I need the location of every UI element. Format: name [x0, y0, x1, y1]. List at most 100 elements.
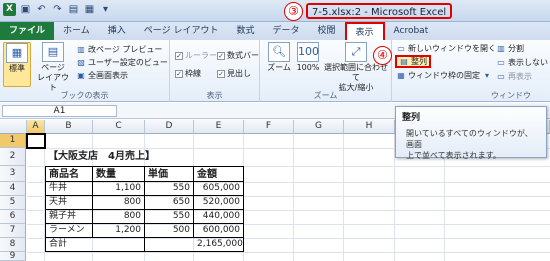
hide-label: 表示しない [508, 58, 548, 67]
column-header[interactable]: A [27, 120, 45, 134]
show-group-label: 表示 [206, 91, 223, 100]
ruler-label: ルーラー [185, 51, 217, 60]
table-cell[interactable]: 440,000 [194, 210, 244, 224]
name-box[interactable]: A1 [2, 105, 117, 117]
save-icon[interactable]: ▣ [19, 3, 32, 16]
table-header-cell[interactable]: 商品名 [45, 166, 93, 182]
page-layout-icon: ▤ [42, 42, 64, 62]
formula-bar-checkbox[interactable]: ✓ 数式バー [217, 50, 259, 61]
gridlines-checkbox[interactable]: ✓ 枠線 [175, 68, 201, 79]
hide-button[interactable]: ▭ 表示しない [496, 57, 548, 68]
table-cell[interactable]: 牛丼 [45, 182, 93, 196]
arrange-all-icon: ▤ [400, 57, 408, 66]
chevron-down-icon: ▾ [484, 71, 489, 80]
total-label-cell[interactable]: 合計 [45, 238, 145, 252]
zoom-to-selection-label-1: 選択範囲に合わせて [324, 63, 388, 82]
table-cell[interactable] [145, 238, 194, 252]
row-header[interactable]: 4 [0, 182, 26, 196]
column-header[interactable]: G [294, 120, 344, 134]
custom-views-button[interactable]: ▧ ユーザー設定のビュー [76, 57, 168, 68]
row-header[interactable]: 1 [0, 134, 26, 148]
table-cell[interactable]: ラーメン [45, 224, 93, 238]
table-cell[interactable]: 1,200 [93, 224, 145, 238]
total-value-cell[interactable]: 2,165,000 [194, 238, 244, 252]
formula-bar-check-icon: ✓ [217, 51, 225, 60]
table-header-cell[interactable]: 単価 [145, 166, 194, 182]
zoom-button[interactable]: 🔍︎ ズーム [265, 42, 293, 73]
zoom-to-selection-icon: ⤢ [345, 42, 367, 62]
row-header[interactable]: 5 [0, 196, 26, 210]
table-cell[interactable]: 800 [93, 210, 145, 224]
row-header[interactable]: 6 [0, 210, 26, 224]
page-layout-view-button[interactable]: ▤ ページ レイアウト [35, 42, 71, 93]
table-header-cell[interactable]: 金額 [194, 166, 244, 182]
customize-qat-icon[interactable]: ▾ [99, 3, 112, 16]
selected-cell-a1[interactable] [26, 133, 46, 149]
page-break-preview-button[interactable]: ▥ 改ページ プレビュー [76, 44, 162, 55]
tab-insert[interactable]: 挿入 [99, 22, 135, 40]
column-header[interactable]: C [93, 120, 145, 134]
row-header[interactable]: 7 [0, 224, 26, 238]
excel-app-icon[interactable]: X [3, 3, 16, 16]
tab-acrobat[interactable]: Acrobat [385, 22, 438, 40]
headings-label: 見出し [227, 69, 251, 78]
table-cell[interactable]: 天丼 [45, 196, 93, 210]
tab-review[interactable]: 校閲 [308, 22, 344, 40]
column-header[interactable]: F [244, 120, 294, 134]
normal-view-button[interactable]: ▦ 標準 [3, 42, 31, 87]
table-cell[interactable]: 605,000 [194, 182, 244, 196]
tab-file[interactable]: ファイル [0, 22, 55, 40]
table-cell[interactable]: 550 [145, 182, 194, 196]
table-cell[interactable]: 1,100 [93, 182, 145, 196]
column-header[interactable]: E [194, 120, 244, 134]
undo-icon[interactable]: ↶ [35, 3, 48, 16]
column-header[interactable]: D [145, 120, 194, 134]
row-header[interactable]: 2 [0, 148, 26, 166]
table-cell[interactable]: 650 [145, 196, 194, 210]
column-header[interactable]: B [45, 120, 93, 134]
arrange-all-button[interactable]: ▤ 整列 [395, 55, 431, 68]
sheet-heading[interactable]: 【大阪支店 4月売上】 [45, 148, 205, 166]
tab-data[interactable]: データ [263, 22, 308, 40]
tab-view[interactable]: 表示 [344, 22, 385, 40]
tab-formulas[interactable]: 数式 [227, 22, 263, 40]
split-button[interactable]: ▥ 分割 [496, 43, 524, 54]
tab-page-layout[interactable]: ページ レイアウト [135, 22, 228, 40]
ruler-check-icon: ✓ [175, 51, 183, 60]
window-title: 7-5.xlsx:2 - Microsoft Excel [306, 3, 453, 19]
headings-checkbox[interactable]: ✓ 見出し [217, 68, 251, 79]
group-zoom: 🔍︎ ズーム 100 100% ⤢ 選択範囲に合わせて 拡大/縮小 ズーム [260, 40, 392, 102]
print-preview-icon[interactable]: ▦ [83, 3, 96, 16]
select-all-corner[interactable] [0, 120, 27, 134]
table-cell[interactable]: 500 [145, 224, 194, 238]
unhide-button[interactable]: ▭ 再表示 [496, 71, 532, 82]
table-cell[interactable]: 520,000 [194, 196, 244, 210]
table-cell[interactable]: 800 [93, 196, 145, 210]
window-group-label: ウィンドウ [491, 91, 531, 100]
freeze-panes-label: ウィンドウ枠の固定 [408, 71, 480, 80]
freeze-panes-icon: ▦ [397, 71, 405, 80]
tooltip-title: 整列 [402, 113, 421, 123]
group-window: ▭ 新しいウィンドウを開く ▤ 整列 ▦ ウィンドウ枠の固定 ▾ ▥ 分割 ▭ … [392, 40, 550, 102]
zoom-100-button[interactable]: 100 100% [295, 42, 321, 73]
row-header[interactable]: 8 [0, 238, 26, 252]
new-window-button[interactable]: ▭ 新しいウィンドウを開く [396, 43, 496, 54]
row-header[interactable]: 9 [0, 252, 26, 261]
zoom-100-label: 100% [296, 63, 320, 72]
row-header[interactable]: 3 [0, 166, 26, 182]
table-header-cell[interactable]: 数量 [93, 166, 145, 182]
table-cell[interactable]: 550 [145, 210, 194, 224]
table-cell[interactable]: 600,000 [194, 224, 244, 238]
group-book-view: ▦ 標準 ▤ ページ レイアウト ▥ 改ページ プレビュー ▧ ユーザー設定のビ… [0, 40, 170, 102]
tooltip-body-line-1: 開いているすべてのウィンドウが、画面 [406, 129, 533, 149]
ruler-checkbox[interactable]: ✓ ルーラー [175, 50, 217, 61]
open-folder-icon[interactable]: ▤ [67, 3, 80, 16]
arrange-all-label: 整列 [411, 57, 427, 66]
table-cell[interactable]: 親子丼 [45, 210, 93, 224]
full-screen-icon: ▣ [77, 71, 85, 80]
full-screen-button[interactable]: ▣ 全画面表示 [76, 70, 128, 81]
freeze-panes-button[interactable]: ▦ ウィンドウ枠の固定 ▾ [396, 70, 492, 81]
tab-home[interactable]: ホーム [54, 22, 99, 40]
redo-icon[interactable]: ↷ [51, 3, 64, 16]
column-header[interactable]: H [344, 120, 395, 134]
